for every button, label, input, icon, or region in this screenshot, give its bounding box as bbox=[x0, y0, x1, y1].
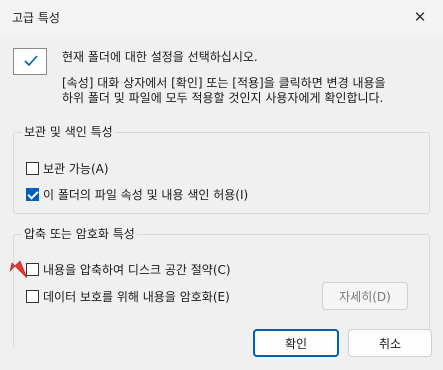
archive-ready-option[interactable]: 보관 가능(A) bbox=[26, 160, 109, 177]
close-button[interactable]: ✕ bbox=[397, 0, 443, 34]
red-arrow-icon bbox=[9, 260, 28, 279]
intro-text: 하위 폴더 및 파일에 모두 적용할 것인지 사용자에게 확인합니다. bbox=[62, 91, 384, 105]
checkbox-label: 데이터 보호를 위해 내용을 암호화(E) bbox=[43, 290, 230, 304]
ok-button[interactable]: 확인 bbox=[253, 329, 339, 357]
group-label: 보관 및 색인 특성 bbox=[22, 123, 115, 140]
cancel-button[interactable]: 취소 bbox=[348, 329, 432, 357]
details-button[interactable]: 자세히(D) bbox=[322, 282, 408, 310]
group-label: 압축 또는 암호화 특성 bbox=[22, 225, 137, 242]
index-content-option[interactable]: 이 폴더의 파일 속성 및 내용 색인 허용(I) bbox=[26, 186, 248, 203]
checkbox-label: 보관 가능(A) bbox=[43, 162, 109, 176]
intro-text: 현재 폴더에 대한 설정을 선택하십시오. bbox=[62, 50, 258, 64]
encrypt-checkbox[interactable] bbox=[26, 290, 39, 303]
checkbox-label: 내용을 압축하여 디스크 공간 절약(C) bbox=[43, 263, 231, 277]
encrypt-option[interactable]: 데이터 보호를 위해 내용을 암호화(E) bbox=[26, 288, 230, 305]
title-bar: 고급 특성 ✕ bbox=[0, 0, 443, 34]
index-content-checkbox[interactable] bbox=[26, 188, 39, 201]
close-icon: ✕ bbox=[413, 8, 427, 26]
dialog-body: 현재 폴더에 대한 설정을 선택하십시오. [속성] 대화 상자에서 [확인] … bbox=[0, 34, 443, 370]
checkmark-icon bbox=[13, 48, 47, 75]
checkbox-label: 이 폴더의 파일 속성 및 내용 색인 허용(I) bbox=[43, 188, 249, 202]
window-title: 고급 특성 bbox=[12, 11, 60, 25]
archive-ready-checkbox[interactable] bbox=[26, 162, 39, 175]
compress-option[interactable]: 내용을 압축하여 디스크 공간 절약(C) bbox=[26, 261, 231, 278]
